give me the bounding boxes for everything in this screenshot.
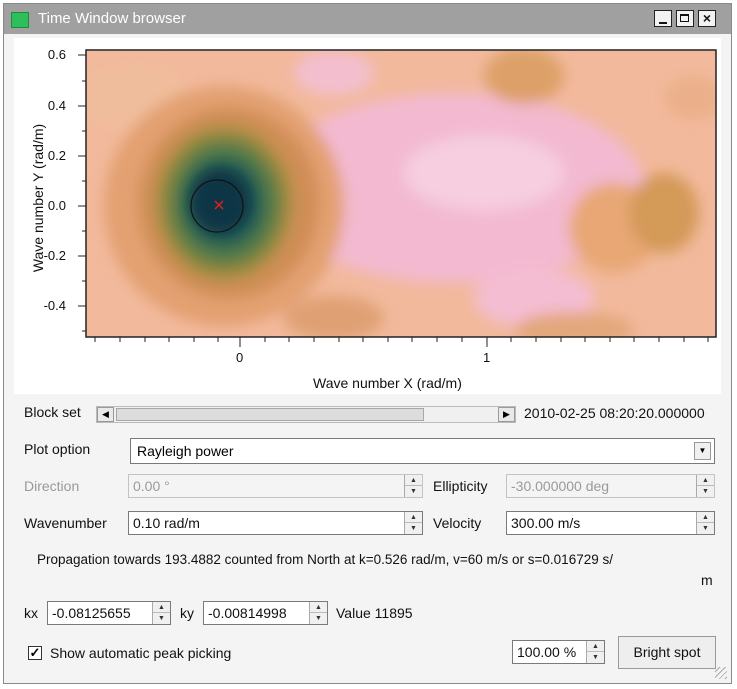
ky-spinner[interactable]: ▲ ▼ [309,602,327,624]
velocity-field[interactable]: 300.00 m/s ▲ ▼ [506,511,715,535]
app-icon [11,12,29,28]
propagation-info: Propagation towards 193.4882 counted fro… [37,552,613,567]
scroll-left-button[interactable]: ◀ [97,407,114,422]
wavenumber-label: Wavenumber [24,515,107,531]
y-tick-label: -0.4 [43,298,66,313]
x-tick-label: 0 [236,350,244,365]
ellipticity-label: Ellipticity [433,478,488,494]
ky-field[interactable]: -0.00814998 ▲ ▼ [203,601,328,625]
time-window-browser: Time Window browser × 0.6 0.4 0.2 0.0 -0… [3,3,732,684]
zoom-value: 100.00 % [517,644,577,660]
wavenumber-field[interactable]: 0.10 rad/m ▲ ▼ [128,511,423,535]
block-set-scrollbar[interactable]: ◀ ▶ [96,406,516,423]
chevron-down-icon[interactable]: ▼ [694,442,711,460]
minimize-button[interactable] [654,10,672,27]
ellipticity-value: -30.000000 deg [511,478,610,494]
fk-contour-map [78,49,717,347]
x-tick-label: 1 [483,350,491,365]
y-tick-label: 0.2 [47,148,66,163]
wavenumber-plot[interactable]: 0.6 0.4 0.2 0.0 -0.2 -0.4 0 1 Wave numbe… [14,38,721,394]
plot-option-select[interactable]: Rayleigh power ▼ [130,438,715,464]
peak-picking-checkbox[interactable]: ✓ [28,646,42,660]
resize-grip[interactable] [715,667,727,679]
direction-spinner[interactable]: ▲ ▼ [404,475,422,497]
y-tick-label: 0.4 [47,98,66,113]
direction-field[interactable]: 0.00 ° ▲ ▼ [128,474,423,498]
scroll-right-button[interactable]: ▶ [498,407,515,422]
kx-label: kx [24,605,38,621]
wavenumber-spinner[interactable]: ▲ ▼ [404,512,422,534]
velocity-value: 300.00 m/s [511,515,581,531]
propagation-info-cont: m [701,572,713,588]
bright-spot-button[interactable]: Bright spot [618,636,716,669]
scroll-thumb[interactable] [116,408,424,421]
ky-label: ky [180,605,194,621]
block-set-label: Block set [24,404,81,420]
kx-value: -0.08125655 [52,605,131,621]
plot-option-value: Rayleigh power [137,443,234,459]
kx-spinner[interactable]: ▲ ▼ [152,602,170,624]
peak-picking-label: Show automatic peak picking [50,645,232,661]
direction-value: 0.00 ° [133,478,170,494]
x-axis-label: Wave number X (rad/m) [313,375,462,391]
zoom-field[interactable]: 100.00 % ▲ ▼ [512,640,605,664]
ellipticity-spinner[interactable]: ▲ ▼ [696,475,714,497]
plot-option-label: Plot option [24,441,91,457]
velocity-spinner[interactable]: ▲ ▼ [696,512,714,534]
close-button[interactable]: × [698,10,716,27]
window-title: Time Window browser [38,10,186,27]
y-tick-label: 0.6 [47,47,66,62]
y-axis-label: Wave number Y (rad/m) [30,123,46,273]
y-tick-label: 0.0 [47,198,66,213]
kx-field[interactable]: -0.08125655 ▲ ▼ [47,601,171,625]
maximize-button[interactable] [676,10,694,27]
title-bar[interactable]: Time Window browser × [4,4,731,34]
value-readout: Value 11895 [336,605,413,621]
ellipticity-field[interactable]: -30.000000 deg ▲ ▼ [506,474,715,498]
zoom-spinner[interactable]: ▲ ▼ [586,641,604,663]
ky-value: -0.00814998 [208,605,287,621]
wavenumber-value: 0.10 rad/m [133,515,200,531]
y-tick-label: -0.2 [43,248,66,263]
block-set-timestamp: 2010-02-25 08:20:20.000000 [524,405,705,421]
direction-label: Direction [24,478,80,494]
velocity-label: Velocity [433,515,482,531]
